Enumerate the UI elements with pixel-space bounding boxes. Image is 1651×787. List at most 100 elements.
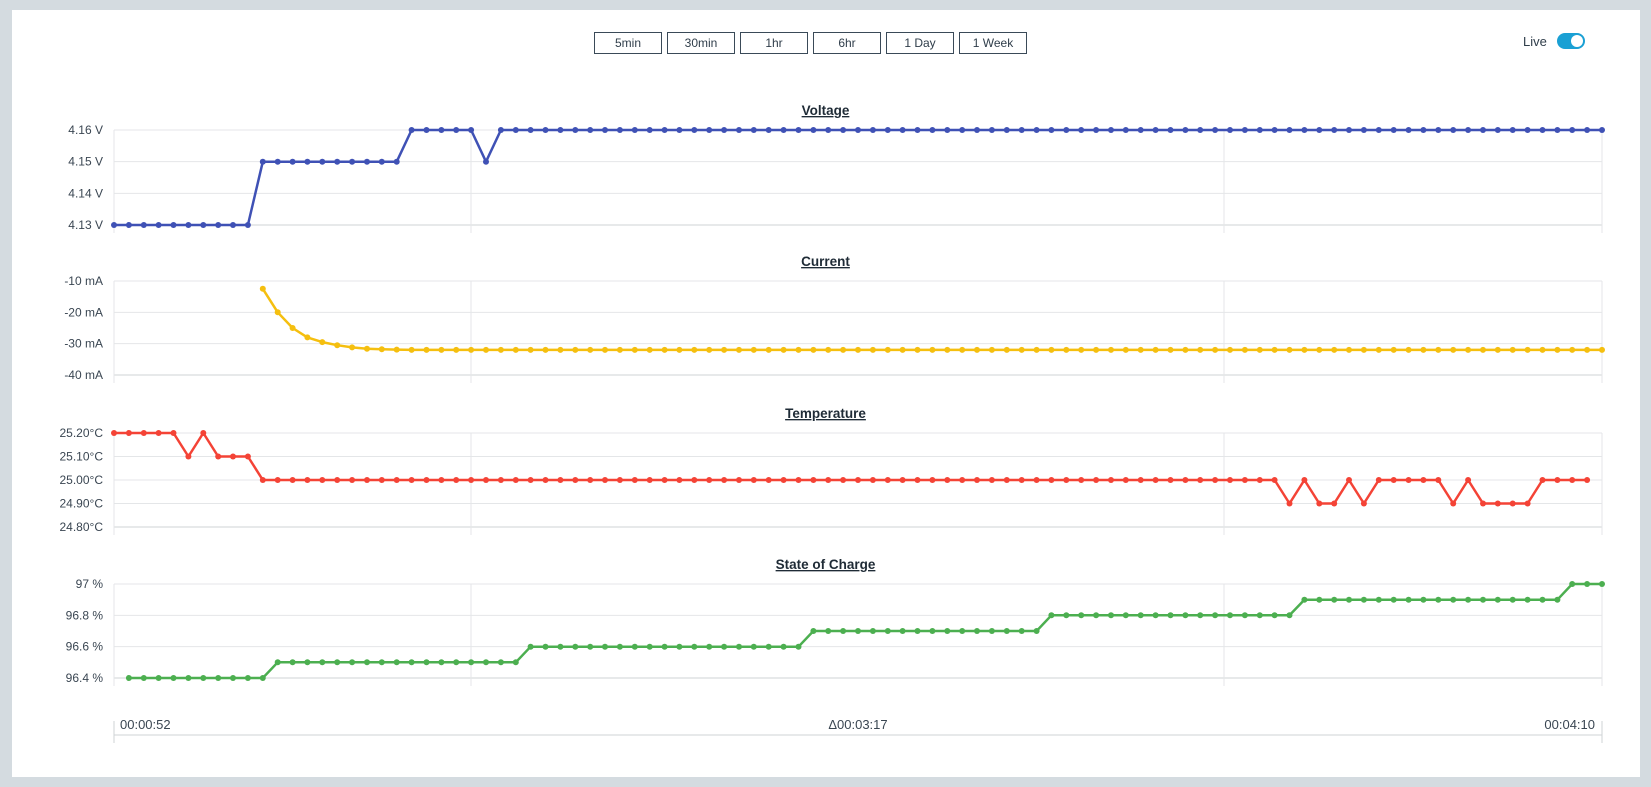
current-point xyxy=(1256,346,1263,353)
current-point xyxy=(572,346,579,353)
state-of-charge-point xyxy=(125,675,132,681)
temperature-point xyxy=(1227,477,1233,483)
state-of-charge-title: State of Charge xyxy=(776,557,876,572)
current-point xyxy=(750,346,757,353)
current-point xyxy=(378,346,385,353)
state-of-charge-point xyxy=(497,659,504,666)
temperature-ytick-label: 25.10°C xyxy=(60,450,104,464)
state-of-charge-point xyxy=(1063,612,1070,619)
state-of-charge-point xyxy=(349,659,356,666)
temperature-point xyxy=(587,477,594,483)
state-of-charge-point xyxy=(1450,596,1457,603)
current-point xyxy=(616,346,623,353)
state-of-charge-point xyxy=(1003,628,1010,634)
state-of-charge-point xyxy=(959,628,966,634)
state-of-charge-point xyxy=(1078,612,1085,619)
temperature-point xyxy=(274,477,281,483)
temperature-point xyxy=(230,453,236,460)
temperature-point xyxy=(869,477,876,483)
current-point xyxy=(1420,346,1427,353)
voltage-point xyxy=(483,158,489,165)
temperature-point xyxy=(1420,477,1427,483)
current-point xyxy=(512,346,519,353)
state-of-charge-point xyxy=(1256,612,1263,619)
temperature-point xyxy=(453,477,460,483)
temperature-point xyxy=(1405,477,1412,483)
temperature-point xyxy=(1465,477,1472,483)
current-point xyxy=(869,346,876,353)
voltage-point xyxy=(364,158,370,165)
temperature-ytick-label: 24.80°C xyxy=(60,520,104,534)
current-point xyxy=(780,346,787,353)
voltage-point xyxy=(527,127,534,133)
state-of-charge-point xyxy=(825,628,832,634)
time-axis-start-label: 00:00:52 xyxy=(120,717,171,732)
voltage-point xyxy=(691,127,698,133)
voltage-point xyxy=(974,127,980,133)
current-point xyxy=(676,346,683,353)
state-of-charge-point xyxy=(810,628,817,634)
current-point xyxy=(721,346,728,353)
state-of-charge-point xyxy=(259,675,266,681)
state-of-charge-point xyxy=(1033,628,1040,634)
current-point xyxy=(1316,346,1323,353)
current-point xyxy=(319,339,326,346)
voltage-point xyxy=(1465,127,1472,133)
voltage-point xyxy=(349,158,356,165)
voltage-point xyxy=(795,127,802,133)
temperature-point xyxy=(1301,477,1308,483)
temperature-point xyxy=(646,477,653,483)
voltage-point xyxy=(1331,127,1338,133)
voltage-point xyxy=(557,127,564,133)
state-of-charge-point xyxy=(721,643,728,650)
voltage-point xyxy=(587,127,594,133)
voltage-point xyxy=(914,127,921,133)
temperature-point xyxy=(512,477,519,483)
temperature-point xyxy=(661,477,668,483)
voltage-point xyxy=(1256,127,1263,133)
temperature-point xyxy=(1241,477,1248,483)
state-of-charge-point xyxy=(1509,596,1516,603)
current-point xyxy=(1033,346,1040,353)
state-of-charge-point xyxy=(542,643,549,650)
state-of-charge-point xyxy=(1137,612,1144,619)
temperature-point xyxy=(1003,477,1010,483)
state-of-charge-point xyxy=(1539,596,1546,603)
temperature-point xyxy=(259,477,266,483)
voltage-point xyxy=(646,127,653,133)
voltage-point xyxy=(988,127,995,133)
state-of-charge-point xyxy=(1048,612,1055,619)
current-point xyxy=(899,346,906,353)
current-point xyxy=(1212,346,1219,353)
current-point xyxy=(914,346,921,353)
state-of-charge-point xyxy=(1108,612,1114,619)
temperature-point xyxy=(364,477,370,483)
state-of-charge-point xyxy=(1360,596,1367,603)
temperature-point xyxy=(483,477,489,483)
state-of-charge-point xyxy=(1197,612,1204,619)
state-of-charge-point xyxy=(1286,612,1293,619)
voltage-point xyxy=(1167,127,1174,133)
state-of-charge-point xyxy=(274,659,281,666)
current-point xyxy=(274,309,281,316)
temperature-point xyxy=(1554,477,1561,483)
state-of-charge-point xyxy=(155,675,162,681)
voltage-point xyxy=(929,127,936,133)
voltage-point xyxy=(780,127,787,133)
current-point xyxy=(602,346,608,353)
voltage-point xyxy=(230,222,236,228)
temperature-point xyxy=(1078,477,1085,483)
state-of-charge-point xyxy=(1599,581,1605,587)
state-of-charge-ytick-label: 96.8 % xyxy=(66,608,104,622)
state-of-charge-point xyxy=(244,675,251,681)
voltage-point xyxy=(125,222,132,228)
temperature-point xyxy=(825,477,832,483)
voltage-point xyxy=(1390,127,1397,133)
temperature-point xyxy=(1093,477,1100,483)
state-of-charge-point xyxy=(676,643,683,650)
temperature-point xyxy=(631,477,638,483)
voltage-point xyxy=(200,222,207,228)
current-point xyxy=(289,325,296,331)
state-of-charge-point xyxy=(230,675,236,681)
temperature-point xyxy=(1286,500,1293,507)
